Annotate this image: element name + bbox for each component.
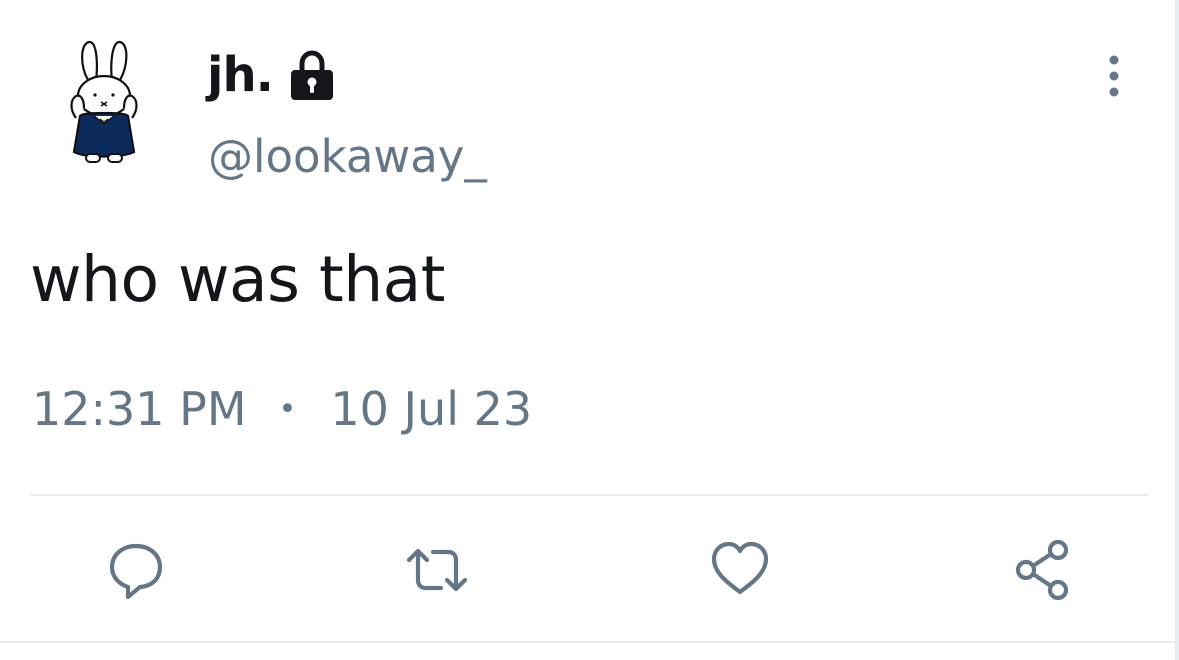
lock-icon [290, 50, 333, 100]
divider [30, 494, 1148, 496]
tweet-timestamp: 12:31 PM • 10 Jul 23 [32, 382, 532, 436]
like-icon[interactable] [708, 538, 772, 602]
user-handle[interactable]: @lookaway_ [208, 130, 487, 183]
tweet-time: 12:31 PM [32, 382, 247, 436]
bottom-divider [0, 641, 1179, 643]
action-bar [0, 530, 1179, 610]
meta-separator: • [278, 391, 297, 427]
avatar[interactable] [62, 36, 148, 166]
share-icon[interactable] [1012, 538, 1076, 602]
reply-icon[interactable] [104, 538, 168, 602]
tweet-text: who was that [30, 243, 445, 316]
tweet-date[interactable]: 10 Jul 23 [330, 382, 532, 436]
tweet-card: jh. @lookaway_ who was that 12:31 PM • 1… [0, 0, 1179, 660]
more-options-icon[interactable] [1096, 52, 1132, 100]
display-name-row: jh. [207, 40, 337, 110]
display-name[interactable]: jh. [207, 47, 274, 103]
right-border [1175, 0, 1179, 660]
retweet-icon[interactable] [405, 538, 469, 602]
